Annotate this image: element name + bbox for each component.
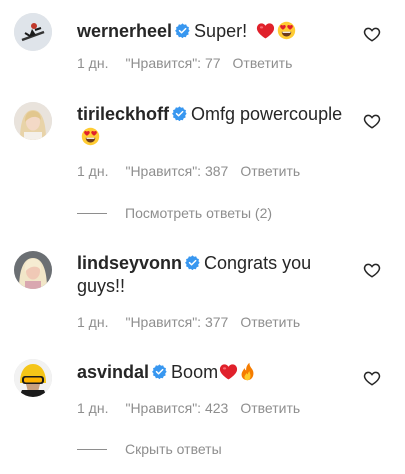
verified-badge-icon xyxy=(172,106,187,121)
helmet-avatar-icon xyxy=(14,359,52,397)
comment-text: Boom xyxy=(171,362,219,382)
like-count[interactable]: "Нравится": 77 xyxy=(125,55,220,71)
like-button[interactable] xyxy=(363,112,381,130)
red-heart-icon xyxy=(256,21,275,40)
username[interactable]: lindseyvonn xyxy=(77,253,182,273)
timestamp[interactable]: 1 дн. xyxy=(77,400,108,416)
reply-button[interactable]: Ответить xyxy=(240,400,300,416)
like-button[interactable] xyxy=(363,369,381,387)
like-count[interactable]: "Нравится": 387 xyxy=(125,163,228,179)
comment-text-block: lindseyvonn Congrats you guys!! xyxy=(77,252,352,298)
heart-eyes-face-icon xyxy=(81,127,100,146)
username[interactable]: wernerheel xyxy=(77,21,172,41)
timestamp[interactable]: 1 дн. xyxy=(77,314,108,330)
username[interactable]: asvindal xyxy=(77,362,149,382)
verified-badge-icon xyxy=(185,255,200,270)
red-heart-icon xyxy=(219,362,238,381)
username[interactable]: tirileckhoff xyxy=(77,104,169,124)
blonde-woman-avatar-icon xyxy=(14,251,52,289)
like-button[interactable] xyxy=(363,25,381,43)
comment-text-block: tirileckhoff Omfg powercouple xyxy=(77,103,352,149)
avatar[interactable] xyxy=(14,13,52,51)
comment-meta: 1 дн. "Нравится": 77 Ответить xyxy=(77,55,292,71)
view-replies-button[interactable]: Посмотреть ответы (2) xyxy=(77,205,272,221)
skier-avatar-icon xyxy=(14,13,52,51)
reply-button[interactable]: Ответить xyxy=(240,314,300,330)
comment-text-block: asvindal Boom xyxy=(77,361,352,384)
view-replies-label: Посмотреть ответы (2) xyxy=(125,205,273,221)
heart-outline-icon xyxy=(363,369,381,387)
verified-badge-icon xyxy=(175,23,190,38)
comment-text-block: wernerheel Super! xyxy=(77,20,352,43)
divider-line xyxy=(77,212,107,214)
comment-meta: 1 дн. "Нравится": 377 Ответить xyxy=(77,314,300,330)
heart-outline-icon xyxy=(363,25,381,43)
divider-line xyxy=(77,448,107,450)
comment-meta: 1 дн. "Нравится": 387 Ответить xyxy=(77,163,300,179)
timestamp[interactable]: 1 дн. xyxy=(77,55,108,71)
reply-button[interactable]: Ответить xyxy=(233,55,293,71)
hide-replies-label: Скрыть ответы xyxy=(125,441,222,457)
blonde-woman-avatar-icon xyxy=(14,102,52,140)
like-count[interactable]: "Нравится": 423 xyxy=(125,400,228,416)
heart-outline-icon xyxy=(363,261,381,279)
timestamp[interactable]: 1 дн. xyxy=(77,163,108,179)
heart-outline-icon xyxy=(363,112,381,130)
avatar[interactable] xyxy=(14,102,52,140)
comment-text: Omfg powercouple xyxy=(191,104,343,124)
avatar[interactable] xyxy=(14,359,52,397)
comment-meta: 1 дн. "Нравится": 423 Ответить xyxy=(77,400,300,416)
reply-button[interactable]: Ответить xyxy=(240,163,300,179)
verified-badge-icon xyxy=(152,364,167,379)
avatar[interactable] xyxy=(14,251,52,289)
comment-text: Super! xyxy=(194,21,248,41)
like-count[interactable]: "Нравится": 377 xyxy=(125,314,228,330)
heart-eyes-face-icon xyxy=(277,21,296,40)
hide-replies-button[interactable]: Скрыть ответы xyxy=(77,441,222,457)
like-button[interactable] xyxy=(363,261,381,279)
fire-icon xyxy=(238,362,257,381)
